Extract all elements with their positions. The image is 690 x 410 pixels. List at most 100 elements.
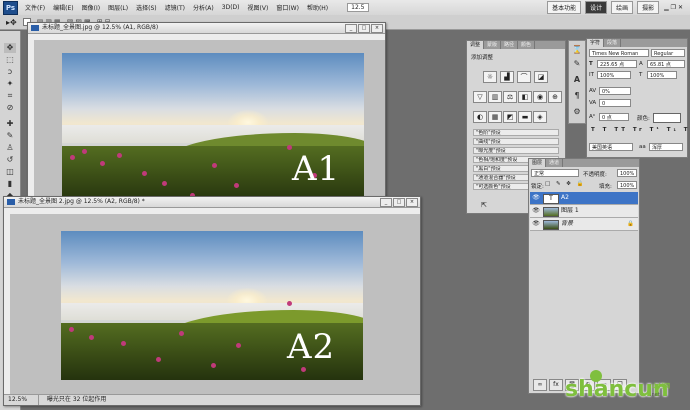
color-balance-icon[interactable]: ⚖ — [503, 91, 517, 103]
preset-curves[interactable]: "曲线"预设 — [473, 138, 559, 145]
history-brush-icon[interactable]: ↺ — [4, 155, 16, 165]
exposure-icon[interactable]: ◪ — [534, 71, 548, 83]
font-style-select[interactable]: Regular — [651, 49, 685, 57]
vertical-scale-field[interactable]: 100% — [597, 71, 631, 79]
threshold-icon[interactable]: ◩ — [503, 111, 517, 123]
antialias-select[interactable]: 浑厚 — [649, 143, 683, 151]
tab-channels[interactable]: 通道 — [546, 159, 564, 167]
tab-paths[interactable]: 路径 — [501, 41, 519, 49]
layer-style-button[interactable]: fx — [549, 379, 563, 391]
magic-wand-tool-icon[interactable]: ✦ — [4, 79, 16, 89]
font-family-select[interactable]: Times New Roman — [589, 49, 649, 57]
curves-icon[interactable]: ⌒ — [517, 71, 531, 83]
horizontal-scale-field[interactable]: 100% — [647, 71, 677, 79]
layer-row-image[interactable]: 👁 图层 1 — [530, 205, 638, 218]
layer-row-background[interactable]: 👁 背景 🔒 — [530, 218, 638, 231]
menu-window[interactable]: 窗口(W) — [273, 3, 302, 12]
document-title-a2[interactable]: 未标题_全景图 2.jpg @ 12.5% (A2, RGB/8) * — [4, 197, 420, 208]
tab-paragraph[interactable]: 段落 — [604, 39, 622, 47]
visibility-eye-icon[interactable]: 👁 — [532, 207, 540, 215]
close-button[interactable]: × — [406, 198, 418, 207]
document-title-a1[interactable]: 未标题_全景图.jpg @ 12.5% (A1, RGB/8) — [28, 23, 385, 34]
healing-brush-icon[interactable]: ✚ — [4, 119, 16, 129]
language-select[interactable]: 美国英语 — [589, 143, 633, 151]
font-size-field[interactable]: 225.65 点 — [597, 60, 637, 68]
antialias-label: aa — [639, 144, 646, 150]
tab-layers[interactable]: 图层 — [529, 159, 547, 167]
kerning-field[interactable]: 0 — [599, 99, 631, 107]
photo-filter-icon[interactable]: ◉ — [533, 91, 547, 103]
hue-saturation-icon[interactable]: ▥ — [488, 91, 502, 103]
minimize-button[interactable]: _ — [380, 198, 392, 207]
preset-levels[interactable]: "色阶"预设 — [473, 129, 559, 136]
brightness-icon[interactable]: ☼ — [483, 71, 497, 83]
channel-mixer-icon[interactable]: ⊕ — [548, 91, 562, 103]
photo-canvas-a2[interactable]: A2 — [61, 231, 363, 380]
clone-stamp-icon[interactable]: ♙ — [4, 143, 16, 153]
lock-icons[interactable]: □ ✎ ✥ 🔒 — [545, 181, 586, 187]
workspace-photography[interactable]: 摄影 — [637, 1, 660, 14]
clone-source-icon[interactable]: ⚙ — [571, 107, 583, 117]
paragraph-panel-icon[interactable]: ¶ — [571, 91, 583, 101]
eyedropper-tool-icon[interactable]: ⊘ — [4, 103, 16, 113]
text-color-swatch[interactable] — [653, 113, 681, 123]
tab-color[interactable]: 颜色 — [518, 41, 536, 49]
black-white-icon[interactable]: ◧ — [518, 91, 532, 103]
move-tool-icon[interactable]: ✥ — [4, 43, 16, 53]
tracking-field[interactable]: 0% — [599, 87, 631, 95]
menu-layer[interactable]: 图层(L) — [105, 3, 131, 12]
tab-masks[interactable]: 蒙版 — [484, 41, 502, 49]
invert-icon[interactable]: ◐ — [473, 111, 487, 123]
menu-3d[interactable]: 3D(D) — [219, 4, 243, 11]
link-layers-button[interactable]: ∞ — [533, 379, 547, 391]
history-panel-icon[interactable]: ⌛ — [571, 45, 583, 55]
menu-file[interactable]: 文件(F) — [22, 3, 48, 12]
menu-help[interactable]: 帮助(H) — [304, 3, 331, 12]
gradient-tool-icon[interactable]: ▮ — [4, 179, 16, 189]
menu-edit[interactable]: 编辑(E) — [50, 3, 76, 12]
opacity-field[interactable]: 100% — [617, 169, 637, 177]
workspace-essentials[interactable]: 基本功能 — [547, 1, 582, 14]
levels-icon[interactable]: ▟ — [500, 71, 514, 83]
photo-canvas-a1[interactable]: A1 — [62, 53, 364, 203]
tab-adjustments[interactable]: 调整 — [467, 41, 485, 49]
posterize-icon[interactable]: ▦ — [488, 111, 502, 123]
visibility-eye-icon[interactable]: 👁 — [532, 220, 540, 228]
zoom-level[interactable]: 12.5 — [347, 3, 369, 12]
lasso-tool-icon[interactable]: ↄ — [4, 67, 16, 77]
panel-footer-icon[interactable]: ⇱ — [481, 201, 487, 209]
brush-tool-icon[interactable]: ✎ — [4, 131, 16, 141]
marquee-tool-icon[interactable]: ⬚ — [4, 55, 16, 65]
fill-field[interactable]: 100% — [617, 181, 637, 189]
selective-color-icon[interactable]: ◈ — [533, 111, 547, 123]
menu-image[interactable]: 图像(I) — [79, 3, 103, 12]
workspace-design[interactable]: 设计 — [585, 1, 608, 14]
blend-mode-select[interactable]: 正常 — [531, 169, 579, 177]
status-zoom[interactable]: 12.5% — [8, 395, 39, 405]
baseline-field[interactable]: 0 点 — [599, 113, 629, 121]
maximize-button[interactable]: □ — [358, 24, 370, 33]
flower — [142, 171, 147, 176]
visibility-eye-icon[interactable]: 👁 — [532, 194, 540, 202]
leading-field[interactable]: 65.81 点 — [647, 60, 685, 68]
tab-character[interactable]: 字符 — [587, 39, 605, 47]
character-panel-icon[interactable]: A — [571, 75, 583, 85]
preset-exposure[interactable]: "曝光度"预设 — [473, 147, 559, 154]
workspace-painting[interactable]: 绘画 — [611, 1, 634, 14]
menu-select[interactable]: 选择(S) — [133, 3, 160, 12]
minimize-button[interactable]: _ — [345, 24, 357, 33]
layer-row-text[interactable]: 👁 T A2 — [530, 192, 638, 205]
brush-panel-icon[interactable]: ✎ — [571, 59, 583, 69]
vibrance-icon[interactable]: ▽ — [473, 91, 487, 103]
window-controls[interactable]: ▁ ❐ ✕ — [661, 4, 686, 11]
move-tool-preset-icon[interactable]: ▸✥ — [6, 18, 17, 27]
eraser-tool-icon[interactable]: ◫ — [4, 167, 16, 177]
menu-filter[interactable]: 滤镜(T) — [162, 3, 188, 12]
type-style-buttons[interactable]: T T TT Tr T¹ T₁ T T — [591, 127, 690, 133]
menu-analysis[interactable]: 分析(A) — [190, 3, 217, 12]
menu-view[interactable]: 视图(V) — [245, 3, 272, 12]
crop-tool-icon[interactable]: ⌗ — [4, 91, 16, 101]
gradient-map-icon[interactable]: ▬ — [518, 111, 532, 123]
maximize-button[interactable]: □ — [393, 198, 405, 207]
close-button[interactable]: × — [371, 24, 383, 33]
